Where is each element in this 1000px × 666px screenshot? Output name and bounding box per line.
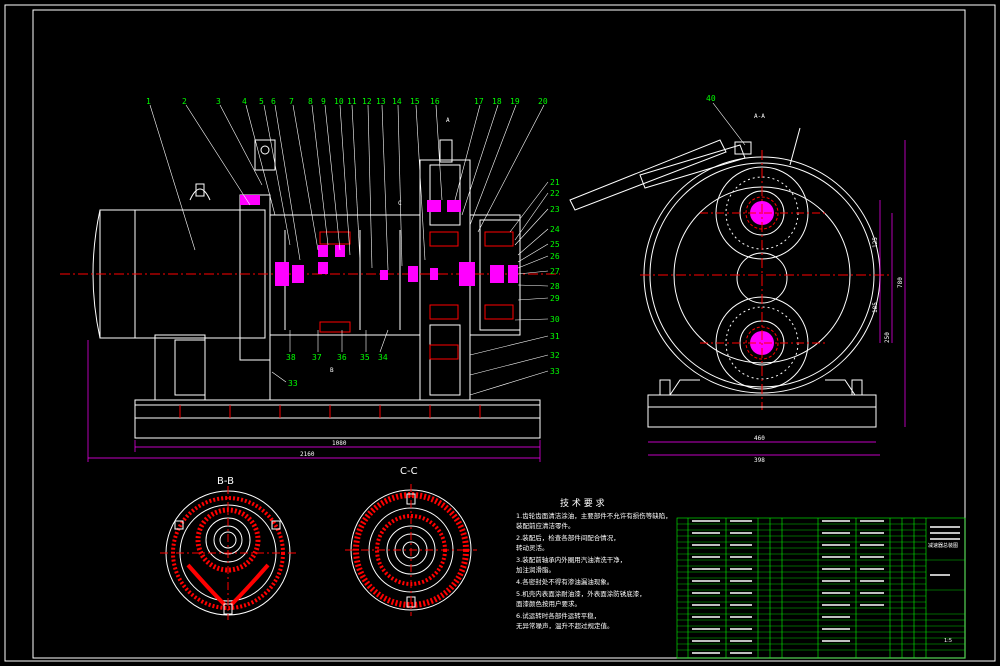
part-label: 4	[242, 97, 247, 106]
tech-req-line: 2.装配后，检查各部件间配合情况，	[516, 533, 620, 542]
part-label: 12	[362, 97, 372, 106]
tech-req-line: 6.试运转时各部件运转平稳，	[516, 611, 600, 620]
tech-req-line: 转动灵活。	[516, 543, 549, 552]
cad-drawing: 1 2 3 4 5 6 7 8 9 10 11 12 13 14 15 16 1…	[4, 4, 996, 662]
bom-rows	[677, 523, 965, 651]
dimension-side-height-2: 185	[872, 302, 879, 313]
part-label: 31	[550, 332, 560, 341]
tech-req-line: 5.机壳内表面涂耐油漆，外表面涂防锈底漆，	[516, 589, 646, 598]
dimension-side-height-1: 125	[872, 237, 879, 248]
tech-req-line: 无异常噪声，温升不超过规定值。	[516, 621, 614, 630]
part-label: 16	[430, 97, 440, 106]
tech-req-line: 加注润滑脂。	[516, 565, 555, 574]
dimension-side-base-width: 460	[754, 435, 765, 442]
part-label: 36	[337, 353, 347, 362]
part-label: 20	[538, 97, 548, 106]
part-label: 37	[312, 353, 322, 362]
bill-of-materials	[676, 517, 966, 659]
tech-req-line: 装配前应清洁零件。	[516, 521, 575, 530]
part-label: 32	[550, 351, 560, 360]
part-label: 10	[334, 97, 344, 106]
part-label: 34	[378, 353, 388, 362]
part-label: 19	[510, 97, 520, 106]
bom-entries	[692, 520, 960, 654]
main-elevation-view	[60, 104, 560, 462]
title-block-scale: 1:5	[944, 638, 952, 644]
part-labels-bottom: 38 37 36 35 34 33	[286, 353, 388, 388]
part-label: 24	[550, 225, 560, 234]
side-view-part-label: 40	[706, 94, 716, 103]
part-label: 35	[360, 353, 370, 362]
part-label: 5	[259, 97, 264, 106]
part-label: 33	[550, 367, 560, 376]
side-view-title: A-A	[754, 113, 765, 120]
tech-req-line: 4.各密封处不得有渗油漏油现象。	[516, 577, 613, 586]
part-label: 22	[550, 189, 560, 198]
part-label: 29	[550, 294, 560, 303]
tech-req-line: 3.装配前轴承内外圈用汽油清洗干净，	[516, 555, 626, 564]
technical-requirements: 技 术 要 求 1.齿轮齿面清洁涂油，主要部件不允许有损伤等缺陷， 装配前应清洁…	[516, 497, 672, 630]
section-bb: B-B	[160, 476, 296, 620]
part-label: 38	[286, 353, 296, 362]
part-label: 7	[289, 97, 294, 106]
section-bb-title: B-B	[217, 476, 234, 487]
dimension-side-overall-height: 780	[897, 277, 904, 288]
tech-req-line: 1.齿轮齿面清洁涂油，主要部件不允许有损伤等缺陷，	[516, 511, 672, 520]
part-label: 26	[550, 252, 560, 261]
dimension-side-overall-width: 398	[754, 457, 765, 464]
part-label: 30	[550, 315, 560, 324]
part-label: 13	[376, 97, 386, 106]
part-labels-right: 21 22 23 24 25 26 27 28 29 30 31 32 33	[550, 178, 560, 376]
part-label: 17	[474, 97, 484, 106]
dimension-overall-width: 2160	[300, 451, 315, 458]
part-label: 25	[550, 240, 560, 249]
part-label: 6	[271, 97, 276, 106]
part-label: 1	[146, 97, 151, 106]
part-label: 8	[308, 97, 313, 106]
tech-req-line: 面漆颜色按用户要求。	[516, 599, 581, 608]
part-label: 28	[550, 282, 560, 291]
dimension-side-height-3: 250	[884, 332, 891, 343]
section-cc-title: C-C	[400, 466, 418, 477]
part-label: 15	[410, 97, 420, 106]
part-label: 18	[492, 97, 502, 106]
part-label: 23	[550, 205, 560, 214]
part-label: 14	[392, 97, 402, 106]
part-label: 2	[182, 97, 187, 106]
part-label: 21	[550, 178, 560, 187]
part-label: 27	[550, 267, 560, 276]
cut-marker-a: A	[446, 117, 450, 124]
part-label: 9	[321, 97, 326, 106]
part-label: 3	[216, 97, 221, 106]
section-cc: C-C	[345, 466, 477, 616]
cut-marker-c: C	[398, 200, 402, 207]
tech-req-title: 技 术 要 求	[560, 497, 605, 509]
part-labels-top: 1 2 3 4 5 6 7 8 9 10 11 12 13 14 15 16 1…	[146, 97, 548, 106]
part-label: 33	[288, 379, 298, 388]
dimension-inner-width: 1080	[332, 440, 347, 447]
side-view: 40 A-A 460 398 125 185 250 780	[569, 94, 906, 464]
part-label: 11	[347, 97, 357, 106]
title-block-drawing-title: 减速器总装图	[928, 542, 958, 549]
cut-marker-b: B	[330, 367, 334, 374]
